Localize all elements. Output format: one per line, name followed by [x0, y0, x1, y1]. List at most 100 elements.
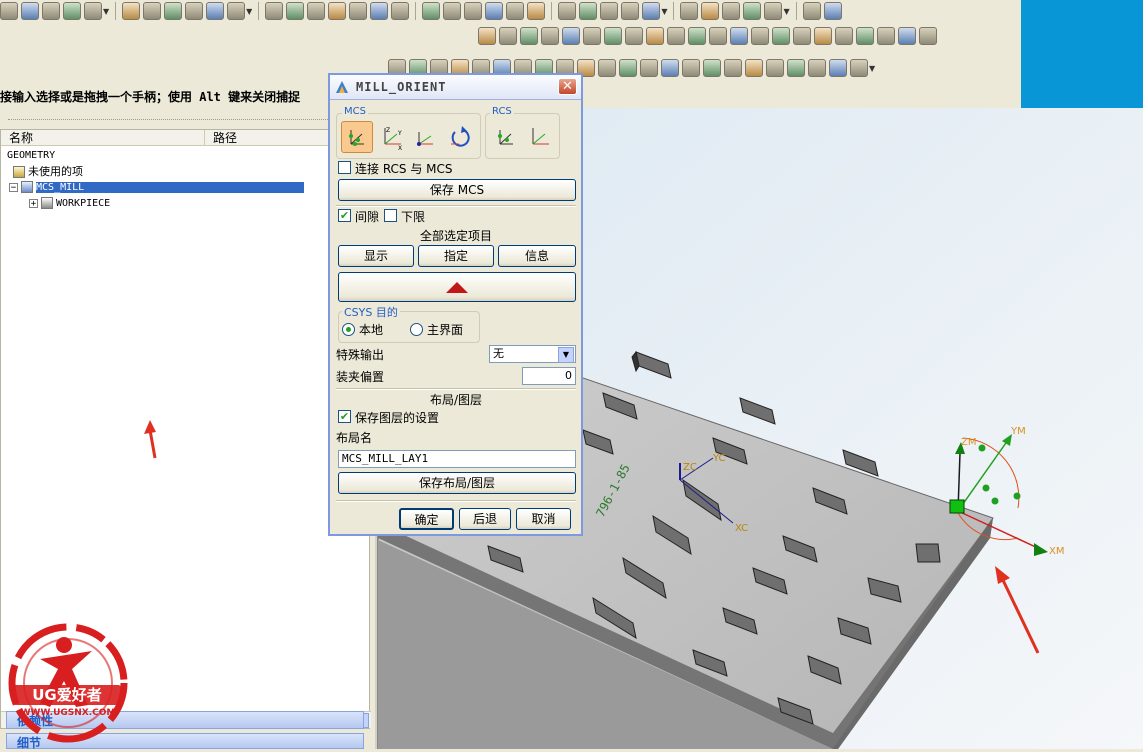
- toolbar-icon[interactable]: [185, 2, 204, 20]
- toolbar-icon[interactable]: [856, 27, 874, 45]
- toolbar-icon[interactable]: [850, 59, 868, 77]
- toolbar-icon[interactable]: [642, 2, 661, 20]
- rcs-current-button[interactable]: [524, 121, 556, 153]
- toolbar-icon[interactable]: [558, 2, 577, 20]
- reset-csys-button[interactable]: [444, 121, 476, 153]
- toolbar-icon[interactable]: [84, 2, 102, 20]
- toolbar-icon[interactable]: [349, 2, 368, 20]
- toolbar-icon[interactable]: [829, 59, 847, 77]
- toolbar-icon[interactable]: [898, 27, 916, 45]
- toolbar-icon[interactable]: [772, 27, 790, 45]
- chevron-down-icon[interactable]: ▼: [246, 7, 252, 16]
- cancel-button[interactable]: 取消: [516, 508, 571, 530]
- collapse-button[interactable]: [338, 272, 576, 302]
- toolbar-icon[interactable]: [562, 27, 580, 45]
- info-button[interactable]: 信息: [498, 245, 576, 267]
- toolbar-icon[interactable]: [600, 2, 619, 20]
- toolbar-icon[interactable]: [682, 59, 700, 77]
- toolbar-icon[interactable]: [579, 2, 598, 20]
- display-button[interactable]: 显示: [338, 245, 414, 267]
- tree-item-workpiece[interactable]: + WORKPIECE: [29, 196, 110, 212]
- toolbar-icon[interactable]: [265, 2, 284, 20]
- toolbar-icon[interactable]: [619, 59, 637, 77]
- toolbar-icon[interactable]: [506, 2, 525, 20]
- toolbar-icon[interactable]: [823, 2, 842, 20]
- tree-item-mcs-mill[interactable]: − MCS_MILL: [9, 180, 331, 196]
- tree-item-geometry[interactable]: GEOMETRY: [7, 148, 55, 164]
- toolbar-icon[interactable]: [63, 2, 81, 20]
- tree-item-unused[interactable]: 未使用的项: [13, 164, 83, 180]
- csys-dialog-button[interactable]: [341, 121, 373, 153]
- chevron-down-icon[interactable]: ▼: [783, 7, 789, 16]
- expand-icon[interactable]: +: [29, 198, 38, 208]
- toolbar-icon[interactable]: [646, 27, 664, 45]
- toolbar-icon[interactable]: [661, 59, 679, 77]
- toolbar-icon[interactable]: [286, 2, 305, 20]
- toolbar-icon[interactable]: [164, 2, 183, 20]
- chevron-down-icon[interactable]: ▼: [558, 347, 574, 363]
- column-header-name[interactable]: 名称: [1, 130, 205, 146]
- toolbar-icon[interactable]: [680, 2, 699, 20]
- toolbar-icon[interactable]: [877, 27, 895, 45]
- toolbar-icon[interactable]: [42, 2, 60, 20]
- toolbar-icon[interactable]: [443, 2, 462, 20]
- toolbar-icon[interactable]: [422, 2, 441, 20]
- toolbar-icon[interactable]: [485, 2, 504, 20]
- toolbar-icon[interactable]: [709, 27, 727, 45]
- lower-limit-checkbox[interactable]: [384, 209, 397, 222]
- toolbar-icon[interactable]: [307, 2, 326, 20]
- back-button[interactable]: 后退: [459, 508, 511, 530]
- toolbar-icon[interactable]: [21, 2, 39, 20]
- close-button[interactable]: ✕: [558, 78, 577, 95]
- toolbar-icon[interactable]: [919, 27, 937, 45]
- toolbar-icon[interactable]: [541, 27, 559, 45]
- special-output-select[interactable]: 无 ▼: [489, 345, 576, 363]
- toolbar-icon[interactable]: [583, 27, 601, 45]
- toolbar-icon[interactable]: [143, 2, 162, 20]
- toolbar-icon[interactable]: [764, 2, 783, 20]
- toolbar-icon[interactable]: [766, 59, 784, 77]
- toolbar-icon[interactable]: [391, 2, 410, 20]
- layout-name-input[interactable]: MCS_MILL_LAY1: [338, 450, 576, 468]
- toolbar-icon[interactable]: [527, 2, 546, 20]
- csys-current-button[interactable]: ZY X: [376, 121, 408, 153]
- dialog-titlebar[interactable]: MILL_ORIENT ✕: [330, 75, 581, 100]
- toolbar-icon[interactable]: [604, 27, 622, 45]
- toolbar-icon[interactable]: [667, 27, 685, 45]
- toolbar-icon[interactable]: [499, 27, 517, 45]
- save-layout-button[interactable]: 保存布局/图层: [338, 472, 576, 494]
- toolbar-icon[interactable]: [621, 2, 640, 20]
- toolbar-icon[interactable]: [724, 59, 742, 77]
- toolbar-icon[interactable]: [206, 2, 225, 20]
- toolbar-icon[interactable]: [227, 2, 246, 20]
- toolbar-icon[interactable]: [730, 27, 748, 45]
- toolbar-icon[interactable]: [745, 59, 763, 77]
- toolbar-icon[interactable]: [802, 2, 821, 20]
- toolbar-icon[interactable]: [808, 59, 826, 77]
- toolbar-icon[interactable]: [751, 27, 769, 45]
- specify-button[interactable]: 指定: [418, 245, 494, 267]
- chevron-down-icon[interactable]: ▼: [103, 7, 109, 16]
- toolbar-icon[interactable]: [793, 27, 811, 45]
- toolbar-icon[interactable]: [598, 59, 616, 77]
- fixture-offset-input[interactable]: 0: [522, 367, 576, 385]
- toolbar-icon[interactable]: [122, 2, 141, 20]
- main-radio[interactable]: [410, 323, 423, 336]
- toolbar-icon[interactable]: [520, 27, 538, 45]
- toolbar-icon[interactable]: [464, 2, 483, 20]
- toolbar-icon[interactable]: [722, 2, 741, 20]
- toolbar-icon[interactable]: [688, 27, 706, 45]
- toolbar-icon[interactable]: [370, 2, 389, 20]
- toolbar-icon[interactable]: [701, 2, 720, 20]
- save-mcs-button[interactable]: 保存 MCS: [338, 179, 576, 201]
- rcs-csys-button[interactable]: [490, 121, 522, 153]
- save-layer-checkbox[interactable]: ✔: [338, 410, 351, 423]
- ok-button[interactable]: 确定: [399, 508, 454, 530]
- toolbar-icon[interactable]: [743, 2, 762, 20]
- csys-wcs-button[interactable]: [410, 121, 442, 153]
- toolbar-icon[interactable]: [625, 27, 643, 45]
- clearance-checkbox[interactable]: ✔: [338, 209, 351, 222]
- toolbar-icon[interactable]: [328, 2, 347, 20]
- link-rcs-checkbox[interactable]: [338, 161, 351, 174]
- chevron-down-icon[interactable]: ▼: [869, 64, 875, 73]
